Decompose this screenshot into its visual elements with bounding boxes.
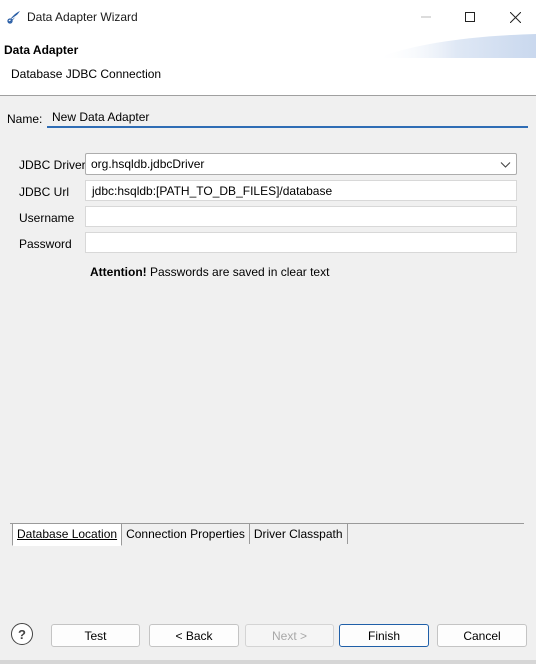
help-button[interactable]: ? — [11, 623, 33, 645]
attention-message: Attention! Passwords are saved in clear … — [90, 265, 329, 279]
chevron-down-icon — [500, 162, 511, 168]
attention-strong: Attention! — [90, 265, 147, 279]
header-decoration — [376, 34, 536, 58]
tab-strip: Database Location Connection Properties … — [12, 524, 348, 546]
tab-driver-classpath[interactable]: Driver Classpath — [249, 524, 348, 544]
username-label: Username — [19, 211, 75, 225]
back-button[interactable]: < Back — [149, 624, 239, 647]
password-label: Password — [19, 237, 72, 251]
jdbc-url-value: jdbc:hsqldb:[PATH_TO_DB_FILES]/database — [92, 184, 333, 198]
name-input[interactable] — [47, 107, 528, 128]
test-button[interactable]: Test — [51, 624, 140, 647]
attention-text: Passwords are saved in clear text — [150, 265, 330, 279]
tab-label: Database Location — [17, 527, 118, 541]
close-icon — [509, 11, 521, 23]
window-title: Data Adapter Wizard — [27, 10, 138, 24]
username-input[interactable] — [85, 206, 517, 227]
tab-database-location[interactable]: Database Location — [12, 524, 123, 546]
password-input[interactable] — [85, 232, 517, 253]
maximize-icon — [465, 12, 475, 22]
jdbc-url-input[interactable]: jdbc:hsqldb:[PATH_TO_DB_FILES]/database — [85, 180, 517, 201]
maximize-button[interactable] — [447, 0, 493, 34]
minimize-icon — [421, 16, 431, 18]
page-title: Data Adapter — [4, 43, 79, 57]
name-label: Name: — [7, 112, 43, 126]
finish-button[interactable]: Finish — [339, 624, 429, 647]
close-button[interactable] — [492, 0, 536, 34]
jdbc-driver-label: JDBC Driver — [19, 158, 86, 172]
tab-connection-properties[interactable]: Connection Properties — [122, 524, 250, 544]
tab-label: Connection Properties — [126, 527, 245, 541]
jdbc-driver-select[interactable]: org.hsqldb.jdbcDriver — [85, 153, 517, 175]
bottom-edge — [0, 660, 536, 664]
cancel-button[interactable]: Cancel — [437, 624, 527, 647]
help-icon: ? — [18, 626, 26, 642]
title-bar: Data Adapter Wizard — [0, 0, 536, 34]
minimize-button[interactable] — [403, 0, 449, 34]
wizard-header: Data Adapter Database JDBC Connection — [0, 34, 536, 96]
app-logo-icon — [7, 11, 20, 24]
tab-label: Driver Classpath — [253, 527, 343, 541]
page-subtitle: Database JDBC Connection — [11, 67, 162, 81]
jdbc-url-label: JDBC Url — [19, 185, 69, 199]
next-button[interactable]: Next > — [245, 624, 334, 647]
jdbc-driver-value: org.hsqldb.jdbcDriver — [91, 157, 205, 171]
